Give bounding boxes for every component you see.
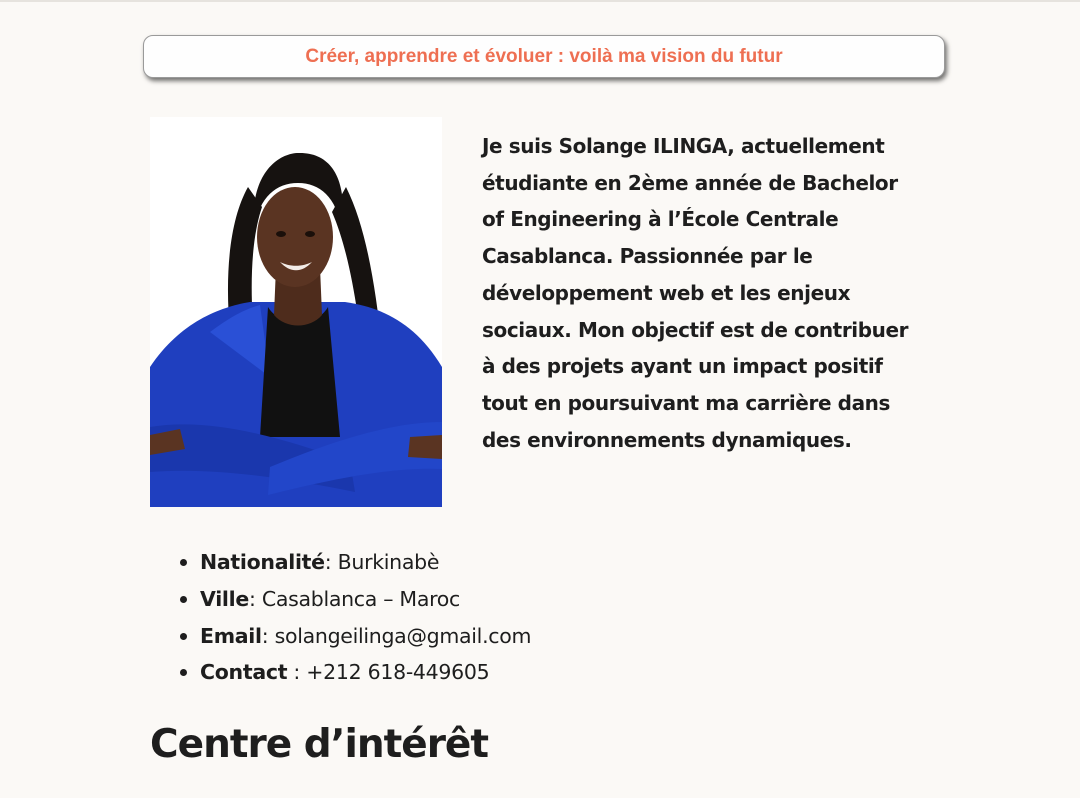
- fact-value: solangeilinga@gmail.com: [274, 623, 532, 648]
- vision-text: Créer, apprendre et évoluer : voilà ma v…: [305, 45, 783, 67]
- fact-label: Ville: [200, 586, 249, 611]
- bio-text-start: Je suis Solange ILINGA, actuellement étu…: [482, 134, 898, 269]
- fact-separator: :: [324, 550, 338, 574]
- bio-paragraph: Je suis Solange ILINGA, actuellement étu…: [482, 128, 912, 458]
- fact-label: Email: [200, 623, 262, 648]
- fact-value: +212 618-449605: [306, 660, 490, 685]
- bio-text-end: et les enjeux sociaux. Mon objectif est …: [482, 280, 909, 452]
- fact-label: Nationalité: [200, 550, 325, 574]
- section-title-interests: Centre d’intérêt: [150, 722, 489, 767]
- fact-value: Burkinabè: [337, 550, 440, 574]
- top-divider: [0, 0, 1080, 2]
- list-item-email: Email: solangeilinga@gmail.com: [179, 618, 532, 655]
- list-item-nationality: Nationalité: Burkinabè: [179, 544, 531, 581]
- fact-separator: :: [261, 623, 275, 648]
- profile-photo: [150, 117, 442, 507]
- fact-separator: :: [287, 660, 307, 685]
- fact-label: Contact: [200, 660, 288, 685]
- bio-highlight: développement web: [482, 280, 704, 305]
- personal-info-list: Nationalité: Burkinabè Ville: Casablanca…: [179, 544, 532, 691]
- vision-banner: Créer, apprendre et évoluer : voilà ma v…: [143, 35, 945, 78]
- list-item-contact: Contact : +212 618-449605: [179, 654, 531, 691]
- portrait-illustration: [150, 152, 442, 507]
- fact-separator: :: [249, 586, 262, 611]
- list-item-city: Ville: Casablanca – Maroc: [179, 581, 531, 618]
- fact-value: Casablanca – Maroc: [261, 586, 460, 611]
